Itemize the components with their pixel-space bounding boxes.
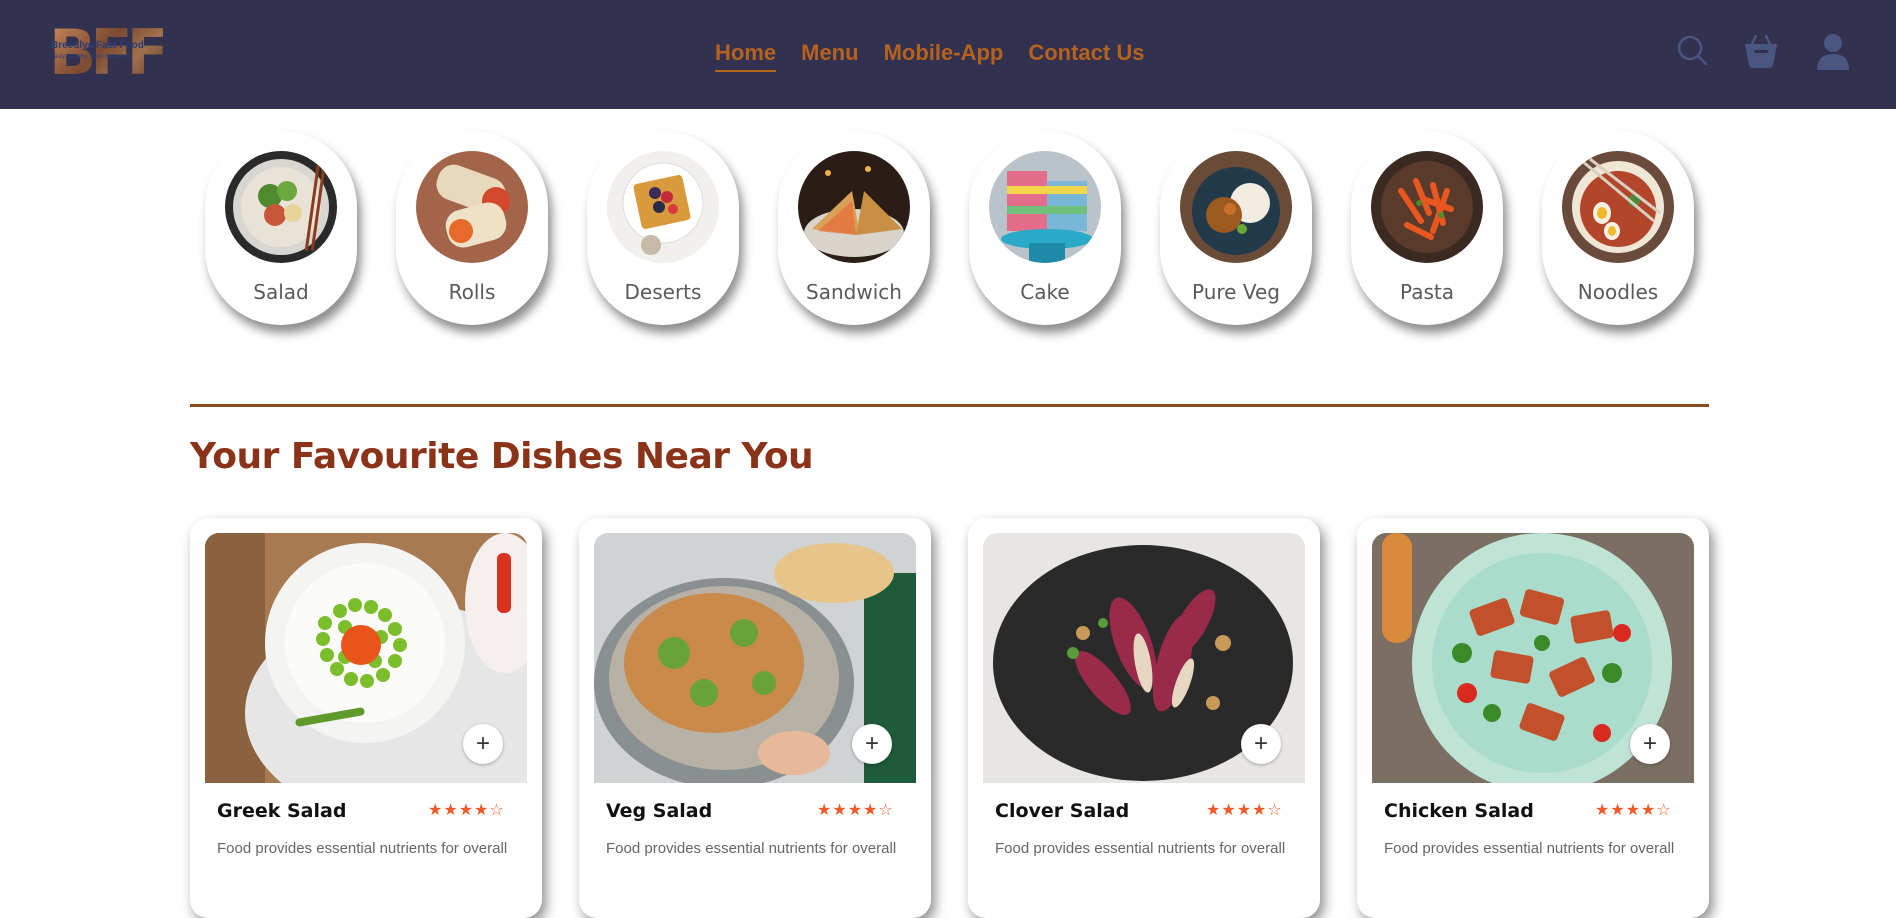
rating-stars: ★★★★☆ [428,802,505,819]
category-cake[interactable]: Cake [969,131,1121,325]
add-to-cart-button[interactable]: + [1630,724,1670,764]
logo-subtext: Tasty, healthy, fresh delivered [51,54,130,60]
noodles-image [1562,151,1674,263]
top-header: BFF Breedlys Fast Food Tasty, healthy, f… [0,0,1896,109]
category-label: Rolls [448,280,496,304]
rating-stars: ★★★★☆ [1595,802,1672,819]
dish-card-veg-salad[interactable]: + Veg Salad ★★★★☆ Food provides essentia… [579,518,931,918]
dish-name: Chicken Salad [1384,800,1534,822]
dish-description: Food provides essential nutrients for ov… [606,840,897,857]
search-icon[interactable] [1675,33,1709,67]
logo-text: Breedlys Fast Food [51,40,144,51]
dish-card-clover-salad[interactable]: + Clover Salad ★★★★☆ Food provides essen… [968,518,1320,918]
dish-name: Greek Salad [217,800,347,822]
category-salad[interactable]: Salad [205,131,357,325]
category-rolls[interactable]: Rolls [396,131,548,325]
category-pasta[interactable]: Pasta [1351,131,1503,325]
category-label: Sandwich [806,280,902,304]
category-label: Salad [253,280,309,304]
nav-mobile-app[interactable]: Mobile-App [884,38,1004,68]
category-deserts[interactable]: Deserts [587,131,739,325]
nav-contact-us[interactable]: Contact Us [1028,38,1144,68]
dish-card-chicken-salad[interactable]: + Chicken Salad ★★★★☆ Food provides esse… [1357,518,1709,918]
category-label: Pure Veg [1192,280,1280,304]
rolls-image [416,151,528,263]
deserts-image [607,151,719,263]
dish-name: Veg Salad [606,800,713,822]
rating-stars: ★★★★☆ [1206,802,1283,819]
add-to-cart-button[interactable]: + [463,724,503,764]
category-noodles[interactable]: Noodles [1542,131,1694,325]
sandwich-image [798,151,910,263]
category-list: Salad Rolls Deserts Sandwich Cake Pure V… [205,131,1733,325]
basket-icon[interactable] [1742,32,1780,70]
category-pure-veg[interactable]: Pure Veg [1160,131,1312,325]
nav-menu[interactable]: Menu [801,38,858,68]
category-label: Pasta [1400,280,1454,304]
category-sandwich[interactable]: Sandwich [778,131,930,325]
category-label: Cake [1020,280,1070,304]
brand-logo[interactable]: BFF Breedlys Fast Food Tasty, healthy, f… [49,22,169,84]
pasta-image [1371,151,1483,263]
category-label: Noodles [1577,280,1659,304]
dish-name: Clover Salad [995,800,1130,822]
salad-image [225,151,337,263]
dish-description: Food provides essential nutrients for ov… [995,840,1286,857]
add-to-cart-button[interactable]: + [1241,724,1281,764]
nav-home[interactable]: Home [715,38,777,72]
section-divider [190,404,1709,407]
dish-card-greek-salad[interactable]: + Greek Salad ★★★★☆ Food provides essent… [190,518,542,918]
user-icon[interactable] [1815,32,1851,72]
category-label: Deserts [624,280,702,304]
rating-stars: ★★★★☆ [817,802,894,819]
dish-description: Food provides essential nutrients for ov… [217,840,508,857]
add-to-cart-button[interactable]: + [852,724,892,764]
pure-veg-image [1180,151,1292,263]
logo-letters: BFF [49,16,169,89]
cake-image [989,151,1101,263]
section-title: Your Favourite Dishes Near You [190,436,814,477]
main-nav: Home Menu Mobile-App Contact Us [715,38,1169,72]
dish-list: + Greek Salad ★★★★☆ Food provides essent… [190,518,1746,918]
dish-description: Food provides essential nutrients for ov… [1384,840,1675,857]
